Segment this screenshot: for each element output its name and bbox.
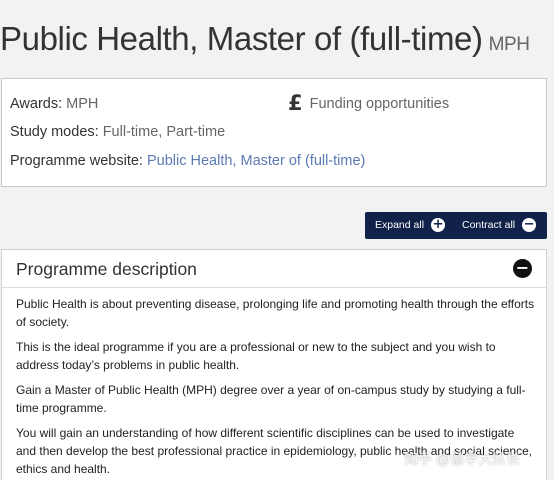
pound-icon: £ [288, 91, 303, 115]
website-label: Programme website: [10, 153, 143, 169]
funding-label: Funding opportunities [309, 95, 450, 112]
panel-header[interactable]: Programme description − [2, 250, 546, 288]
study-modes-row: Study modes: Full-time, Part-time [10, 124, 225, 140]
contract-all-button[interactable]: Contract all − [462, 217, 537, 232]
awards-value: MPH [66, 96, 99, 112]
section-title: Programme description [16, 259, 197, 279]
funding-opportunities-link[interactable]: £ Funding opportunities [288, 93, 449, 114]
study-modes-label: Study modes: [10, 124, 99, 140]
expand-all-button[interactable]: Expand all + [375, 217, 446, 232]
description-paragraph: This is the ideal programme if you are a… [16, 340, 496, 372]
contract-all-label: Contract all [462, 219, 516, 231]
programme-title: Public Health, Master of (full-time) [0, 20, 483, 57]
programme-description-panel: Programme description − Public Health is… [1, 249, 547, 480]
collapse-icon[interactable]: − [513, 259, 532, 278]
study-modes-value: Full-time, Part-time [102, 124, 226, 140]
awards-row: Awards: MPH [10, 96, 98, 112]
description-paragraph: Gain a Master of Public Health (MPH) deg… [16, 383, 526, 415]
plus-circle-icon: + [431, 217, 446, 232]
programme-info-box: Awards: MPH Study modes: Full-time, Part… [1, 78, 547, 187]
programme-website-link[interactable]: Public Health, Master of (full-time) [147, 153, 365, 169]
expand-contract-toolbar: Expand all + Contract all − [365, 212, 547, 239]
minus-circle-icon: − [522, 217, 537, 232]
awards-label: Awards: [10, 96, 63, 112]
description-paragraph: Public Health is about preventing diseas… [16, 297, 535, 329]
watermark: 知乎 @留学大队长 [404, 451, 521, 467]
award-code: MPH [488, 34, 530, 55]
page-title: Public Health, Master of (full-time) MPH [0, 20, 554, 58]
expand-all-label: Expand all [375, 219, 425, 231]
website-row: Programme website: Public Health, Master… [10, 153, 365, 169]
